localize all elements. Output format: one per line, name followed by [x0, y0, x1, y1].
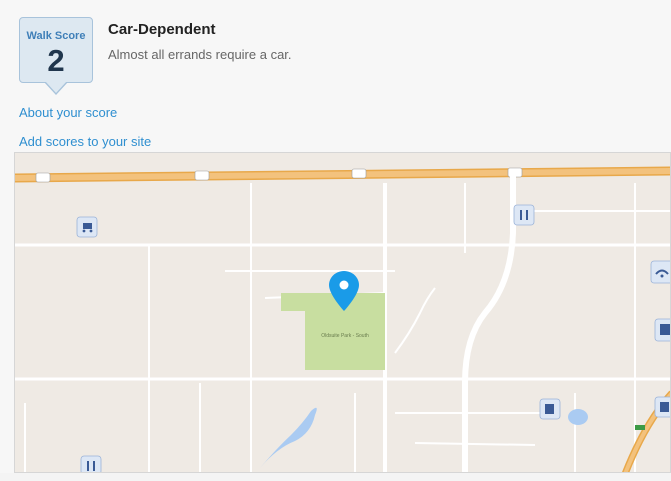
highway-shield-icon: [194, 170, 210, 181]
about-your-score-link[interactable]: About your score: [19, 105, 117, 120]
restaurant-icon: [80, 455, 102, 472]
walk-score-widget: Walk Score 2 Car-Dependent Almost all er…: [0, 0, 671, 481]
highway-shield-icon: [35, 172, 51, 183]
score-description: Almost all errands require a car.: [108, 47, 292, 62]
highway-shield-icon: [351, 168, 367, 179]
map-view[interactable]: Oldsuite Park - South: [14, 152, 671, 473]
shopping-cart-icon: [76, 216, 98, 238]
shopping-bag-icon: [654, 396, 670, 418]
walk-score-badge: Walk Score 2: [19, 17, 93, 95]
badge-label: Walk Score: [26, 30, 86, 42]
shopping-bag-icon: [539, 398, 561, 420]
add-scores-link[interactable]: Add scores to your site: [19, 134, 151, 149]
park-label: Oldsuite Park - South: [321, 333, 369, 339]
wifi-icon: [650, 260, 670, 284]
restaurant-icon: [513, 204, 535, 226]
bottom-strip: [0, 473, 671, 481]
map-canvas[interactable]: Oldsuite Park - South: [15, 153, 671, 473]
score-title: Car-Dependent: [108, 21, 216, 38]
score-value: 2: [47, 43, 65, 78]
shopping-bag-icon: [654, 318, 670, 342]
